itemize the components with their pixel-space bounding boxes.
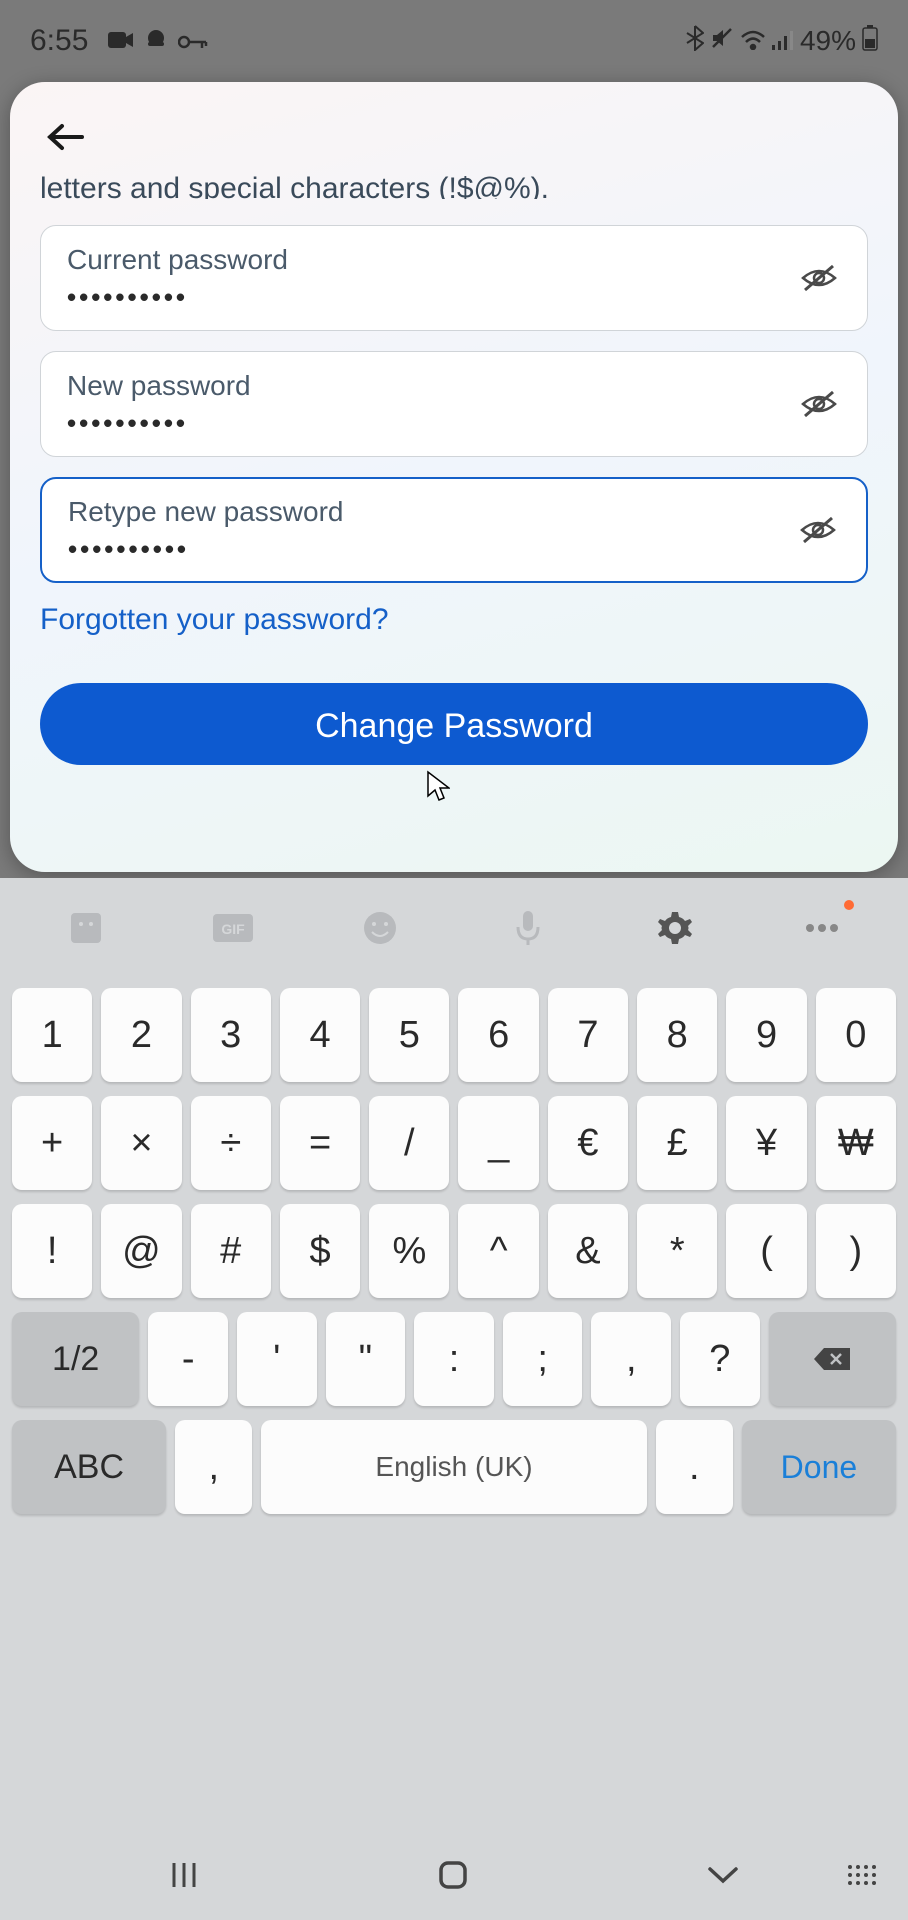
- status-left: 6:55: [30, 24, 208, 58]
- nav-back[interactable]: [706, 1865, 740, 1885]
- key-amp[interactable]: &: [548, 1204, 628, 1298]
- mute-icon: [710, 25, 734, 57]
- nav-bar: [0, 1830, 908, 1920]
- key-comma[interactable]: ,: [591, 1312, 671, 1406]
- key-dash[interactable]: -: [148, 1312, 228, 1406]
- key-5[interactable]: 5: [369, 988, 449, 1082]
- key-2[interactable]: 2: [101, 988, 181, 1082]
- keyboard: GIF 1 2 3 4 5 6 7 8 9 0 + × ÷ = / _: [0, 878, 908, 1920]
- key-row-4: 1/2 - ' " : ; , ?: [12, 1312, 896, 1406]
- key-lparen[interactable]: (: [726, 1204, 806, 1298]
- key-period[interactable]: .: [656, 1420, 733, 1514]
- key-row-5: ABC , English (UK) . Done: [12, 1420, 896, 1514]
- key-plus[interactable]: +: [12, 1096, 92, 1190]
- app-icon: [144, 24, 168, 58]
- key-row-1: 1 2 3 4 5 6 7 8 9 0: [12, 988, 896, 1082]
- battery-icon: [862, 25, 878, 58]
- key-done[interactable]: Done: [742, 1420, 896, 1514]
- key-comma2[interactable]: ,: [175, 1420, 252, 1514]
- key-3[interactable]: 3: [191, 988, 271, 1082]
- gif-icon[interactable]: GIF: [209, 904, 257, 952]
- settings-icon[interactable]: [651, 904, 699, 952]
- key-page[interactable]: 1/2: [12, 1312, 139, 1406]
- key-apostrophe[interactable]: ': [237, 1312, 317, 1406]
- key-divide[interactable]: ÷: [191, 1096, 271, 1190]
- key-abc[interactable]: ABC: [12, 1420, 166, 1514]
- keyboard-toolbar: GIF: [12, 888, 896, 968]
- svg-text:GIF: GIF: [221, 921, 245, 937]
- nav-recents[interactable]: [168, 1859, 200, 1891]
- key-underscore[interactable]: _: [458, 1096, 538, 1190]
- new-password-field[interactable]: New password ••••••••••: [40, 351, 868, 457]
- key-4[interactable]: 4: [280, 988, 360, 1082]
- signal-icon: [772, 25, 794, 57]
- eye-toggle-icon[interactable]: [796, 508, 840, 552]
- key-space[interactable]: English (UK): [261, 1420, 646, 1514]
- nav-keyboard-switch[interactable]: [846, 1863, 878, 1887]
- retype-password-value: ••••••••••: [68, 534, 796, 565]
- new-password-label: New password: [67, 370, 797, 402]
- camera-icon: [108, 24, 134, 58]
- key-8[interactable]: 8: [637, 988, 717, 1082]
- current-password-label: Current password: [67, 244, 797, 276]
- current-password-field[interactable]: Current password ••••••••••: [40, 225, 868, 331]
- emoji-icon[interactable]: [356, 904, 404, 952]
- change-password-button[interactable]: Change Password: [40, 683, 868, 765]
- key-rparen[interactable]: ): [816, 1204, 896, 1298]
- nav-home[interactable]: [437, 1859, 469, 1891]
- eye-toggle-icon[interactable]: [797, 382, 841, 426]
- key-multiply[interactable]: ×: [101, 1096, 181, 1190]
- current-password-value: ••••••••••: [67, 282, 797, 313]
- key-equals[interactable]: =: [280, 1096, 360, 1190]
- retype-password-field[interactable]: Retype new password ••••••••••: [40, 477, 868, 583]
- eye-toggle-icon[interactable]: [797, 256, 841, 300]
- key-6[interactable]: 6: [458, 988, 538, 1082]
- new-password-value: ••••••••••: [67, 408, 797, 439]
- key-0[interactable]: 0: [816, 988, 896, 1082]
- key-slash[interactable]: /: [369, 1096, 449, 1190]
- key-question[interactable]: ?: [680, 1312, 760, 1406]
- key-yen[interactable]: ¥: [726, 1096, 806, 1190]
- key-caret[interactable]: ^: [458, 1204, 538, 1298]
- key-backspace[interactable]: [769, 1312, 896, 1406]
- instruction-text: letters and special characters (!$@%).: [40, 169, 868, 199]
- more-icon[interactable]: [798, 904, 846, 952]
- bluetooth-icon: [686, 25, 704, 58]
- status-time: 6:55: [30, 24, 88, 58]
- key-exclaim[interactable]: !: [12, 1204, 92, 1298]
- key-quote[interactable]: ": [326, 1312, 406, 1406]
- notification-dot: [844, 900, 854, 910]
- password-change-card: letters and special characters (!$@%). C…: [10, 82, 898, 872]
- key-star[interactable]: *: [637, 1204, 717, 1298]
- key-semicolon[interactable]: ;: [503, 1312, 583, 1406]
- key-colon[interactable]: :: [414, 1312, 494, 1406]
- key-1[interactable]: 1: [12, 988, 92, 1082]
- battery-text: 49%: [800, 25, 856, 57]
- sticker-icon[interactable]: [62, 904, 110, 952]
- status-right: 49%: [686, 25, 878, 58]
- key-at[interactable]: @: [101, 1204, 181, 1298]
- status-bar: 6:55 49%: [0, 0, 908, 82]
- key-won[interactable]: ₩: [816, 1096, 896, 1190]
- key-7[interactable]: 7: [548, 988, 628, 1082]
- key-row-3: ! @ # $ % ^ & * ( ): [12, 1204, 896, 1298]
- back-button[interactable]: [40, 112, 90, 162]
- wifi-icon: [740, 25, 766, 57]
- key-percent[interactable]: %: [369, 1204, 449, 1298]
- key-icon: [178, 24, 208, 58]
- mic-icon[interactable]: [504, 904, 552, 952]
- key-9[interactable]: 9: [726, 988, 806, 1082]
- forgot-password-link[interactable]: Forgotten your password?: [40, 603, 868, 637]
- retype-password-label: Retype new password: [68, 496, 796, 528]
- key-hash[interactable]: #: [191, 1204, 271, 1298]
- key-pound[interactable]: £: [637, 1096, 717, 1190]
- key-euro[interactable]: €: [548, 1096, 628, 1190]
- key-dollar[interactable]: $: [280, 1204, 360, 1298]
- key-row-2: + × ÷ = / _ € £ ¥ ₩: [12, 1096, 896, 1190]
